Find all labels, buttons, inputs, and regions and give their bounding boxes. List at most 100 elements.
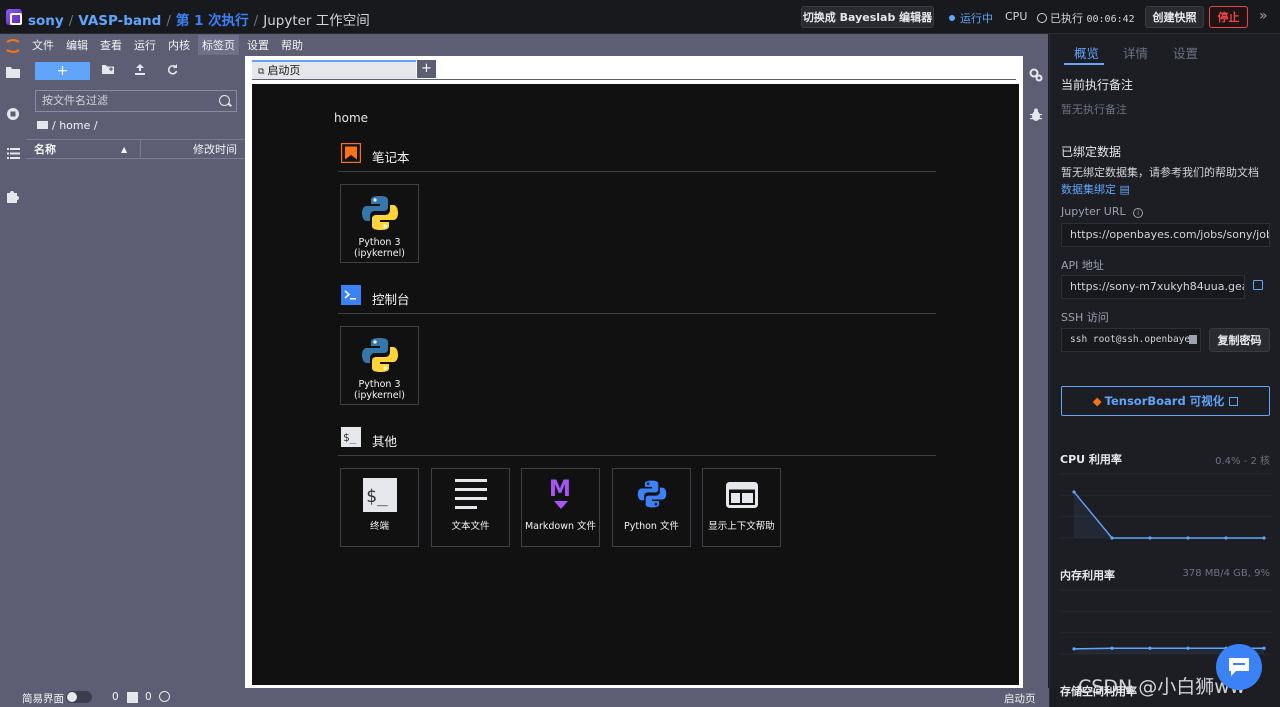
breadcrumb-user[interactable]: sony: [28, 13, 64, 29]
menu-tabs[interactable]: 标签页: [198, 35, 239, 55]
svg-text:M: M: [549, 477, 571, 502]
memory-usage-point: [1186, 646, 1190, 650]
section-title: 其他: [372, 434, 398, 449]
terminal-count[interactable]: 0: [112, 691, 119, 703]
stop-button[interactable]: 停止: [1209, 6, 1248, 28]
running-kernels-icon[interactable]: [5, 107, 21, 123]
chat-support-button[interactable]: [1216, 644, 1262, 690]
menu-view[interactable]: 查看: [100, 35, 122, 55]
console-python3-card[interactable]: Python 3 (ipykernel): [340, 326, 419, 405]
status-dot-icon: [949, 15, 955, 21]
cpu-usage-stat: 0.4% - 2 核: [1215, 456, 1270, 467]
note-empty: 暂无执行备注: [1061, 103, 1127, 116]
copy-icon[interactable]: [1189, 335, 1197, 344]
upload-icon[interactable]: [133, 64, 147, 78]
new-launcher-button[interactable]: +: [35, 62, 90, 80]
card-label: Python 3: [358, 237, 401, 248]
python-logo-icon: [362, 196, 398, 230]
section-title: 控制台: [372, 292, 410, 307]
breadcrumb-run[interactable]: 第 1 次执行: [176, 13, 249, 29]
python-file-card[interactable]: Python 文件: [612, 468, 691, 547]
breadcrumb-path[interactable]: / home /: [37, 119, 98, 132]
memory-usage-point: [1072, 647, 1076, 651]
card-label: 终端: [369, 521, 389, 532]
ssh-command-field[interactable]: ssh root@ssh.openbayes: [1061, 328, 1201, 352]
dataset-binding-link[interactable]: 数据集绑定 ▤: [1061, 181, 1130, 197]
file-browser: + 按文件名过滤 / home / 名称 ▲ 修改时间: [26, 56, 245, 688]
switch-bayeslab-button[interactable]: 切换成 Bayeslab 编辑器: [801, 6, 934, 28]
tab-overview[interactable]: 概览: [1074, 43, 1099, 62]
simple-mode-toggle[interactable]: [66, 691, 92, 703]
tab-details[interactable]: 详情: [1123, 43, 1148, 62]
kernel-count[interactable]: 0: [145, 691, 152, 703]
notebook-python3-card[interactable]: Python 3 (ipykernel): [340, 184, 419, 263]
new-tab-button[interactable]: +: [417, 60, 436, 78]
main-dock-area: ⧉ 启动页 + home 笔记本 Python 3 (ipykernel) 控制…: [245, 56, 1023, 688]
terminal-card[interactable]: $_ 终端: [340, 468, 419, 547]
debugger-bug-icon[interactable]: [1028, 108, 1044, 124]
tab-settings[interactable]: 设置: [1173, 43, 1198, 62]
create-snapshot-button[interactable]: 创建快照: [1145, 6, 1204, 28]
markdown-file-card[interactable]: M Markdown 文件: [521, 468, 600, 547]
jupyter-logo-icon: [5, 38, 21, 54]
console-icon: [341, 285, 361, 305]
memory-usage-point: [1110, 646, 1114, 650]
card-sublabel: (ipykernel): [354, 248, 405, 259]
new-folder-icon[interactable]: [101, 64, 115, 78]
svg-text:$_: $_: [366, 486, 388, 507]
open-external-icon[interactable]: [1253, 280, 1263, 290]
refresh-icon[interactable]: [165, 64, 179, 78]
folder-icon: [37, 121, 48, 129]
context-help-card[interactable]: 显示上下文帮助: [702, 468, 781, 547]
clock-icon: [1037, 13, 1047, 23]
column-name[interactable]: 名称: [34, 141, 56, 157]
other-terminal-icon: $_: [341, 427, 361, 447]
active-tab-label: 启动页: [1004, 693, 1036, 705]
file-filter-input[interactable]: 按文件名过滤: [35, 90, 237, 112]
cpu-usage-point: [1224, 536, 1228, 540]
cpu-usage-point: [1148, 536, 1152, 540]
tab-launcher[interactable]: ⧉ 启动页: [252, 60, 416, 80]
api-url-field[interactable]: https://sony-m7xukyh84uua.gear-: [1061, 275, 1245, 299]
column-modified[interactable]: 修改时间: [193, 141, 237, 157]
jupyter-url-field[interactable]: https://openbayes.com/jobs/sony/jobs: [1061, 223, 1270, 247]
menu-file[interactable]: 文件: [32, 35, 54, 55]
menu-help[interactable]: 帮助: [281, 35, 303, 55]
breadcrumb-project[interactable]: VASP-band: [78, 13, 161, 29]
tab-bar: ⧉ 启动页 +: [245, 56, 1023, 82]
info-icon: i: [1133, 208, 1144, 218]
cpu-usage-area: [1074, 491, 1264, 538]
search-icon: [219, 95, 230, 106]
collapse-panel-icon[interactable]: »: [1259, 8, 1268, 24]
memory-usage-stat: 378 MB/4 GB, 9%: [1182, 568, 1271, 579]
notebook-icon: [341, 143, 361, 163]
memory-usage-point: [1148, 646, 1152, 650]
openbayes-logo-icon: [6, 9, 22, 25]
cpu-usage-point: [1072, 490, 1076, 494]
text-file-card[interactable]: 文本文件: [431, 468, 510, 547]
kernel-gear-icon[interactable]: [159, 691, 170, 702]
status-bar: 简易界面 0 0 启动页: [0, 688, 1049, 707]
memory-usage-point: [1262, 646, 1266, 650]
top-bar: sony / VASP-band / 第 1 次执行 / Jupyter 工作空间 切换成 …: [0, 0, 1280, 34]
property-inspector-gears-icon[interactable]: [1028, 68, 1044, 84]
bound-data-text: 暂无绑定数据集，请参考我们的帮助文档: [1061, 166, 1259, 179]
menu-edit[interactable]: 编辑: [66, 35, 88, 55]
menu-run[interactable]: 运行: [134, 35, 156, 55]
sort-asc-icon[interactable]: ▲: [121, 145, 127, 154]
extension-puzzle-icon[interactable]: [5, 189, 21, 205]
folder-icon[interactable]: [5, 66, 21, 82]
tensorboard-button[interactable]: ◆ TensorBoard 可视化: [1061, 386, 1270, 416]
cpu-usage-title: CPU 利用率: [1060, 453, 1122, 466]
card-label: 显示上下文帮助: [708, 521, 775, 532]
cpu-label: CPU: [1005, 10, 1028, 23]
copy-password-button[interactable]: 复制密码: [1209, 328, 1270, 352]
breadcrumb-workspace: Jupyter 工作空间: [263, 13, 370, 29]
card-label: Markdown 文件: [524, 521, 597, 532]
menu-settings[interactable]: 设置: [247, 35, 269, 55]
terminal-icon: $_: [363, 478, 397, 512]
menu-kernel[interactable]: 内核: [168, 35, 190, 55]
breadcrumb: sony / VASP-band / 第 1 次执行 / Jupyter 工作空间: [28, 13, 370, 29]
launcher-panel: home 笔记本 Python 3 (ipykernel) 控制台 Python…: [252, 84, 1019, 685]
toc-list-icon[interactable]: [5, 148, 21, 164]
